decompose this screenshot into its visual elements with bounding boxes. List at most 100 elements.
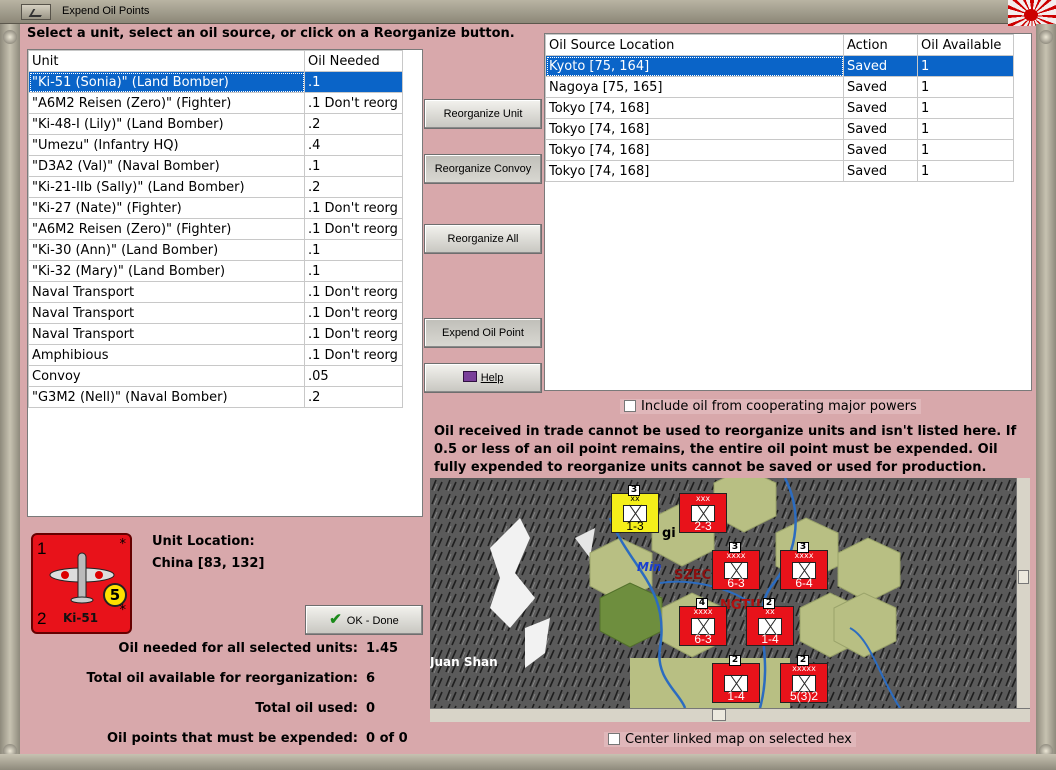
reorganize-convoy-button[interactable]: Reorganize Convoy bbox=[424, 154, 542, 184]
oil-source-location-cell[interactable]: Tokyo [74, 168] bbox=[545, 160, 844, 182]
unit-row[interactable]: "Ki-48-I (Lily)" (Land Bomber) .2 bbox=[28, 113, 403, 135]
unit-name-cell[interactable]: "Ki-51 (Sonia)" (Land Bomber) bbox=[28, 71, 305, 93]
ok-done-button[interactable]: ✔ OK - Done bbox=[305, 605, 423, 635]
unit-row[interactable]: Naval Transport .1 Don't reorg bbox=[28, 302, 403, 324]
column-header-action[interactable]: Action bbox=[843, 34, 918, 56]
unit-row[interactable]: "Ki-51 (Sonia)" (Land Bomber) .1 bbox=[28, 71, 403, 93]
oil-needed-cell[interactable]: .1 Don't reorg bbox=[304, 197, 403, 219]
unit-name-cell[interactable]: "Ki-27 (Nate)" (Fighter) bbox=[28, 197, 305, 219]
unit-row[interactable]: Naval Transport .1 Don't reorg bbox=[28, 323, 403, 345]
unit-name-cell[interactable]: "G3M2 (Nell)" (Naval Bomber) bbox=[28, 386, 305, 408]
oil-source-location-cell[interactable]: Nagoya [75, 165] bbox=[545, 76, 844, 98]
column-header-unit[interactable]: Unit bbox=[28, 50, 305, 72]
oil-needed-cell[interactable]: .1 bbox=[304, 155, 403, 177]
unit-name-cell[interactable]: "A6M2 Reisen (Zero)" (Fighter) bbox=[28, 92, 305, 114]
oil-action-cell[interactable]: Saved bbox=[843, 97, 918, 119]
oil-available-cell[interactable]: 1 bbox=[917, 76, 1014, 98]
oil-needed-cell[interactable]: .1 Don't reorg bbox=[304, 218, 403, 240]
oil-needed-cell[interactable]: .2 bbox=[304, 386, 403, 408]
oil-source-location-cell[interactable]: Kyoto [75, 164] bbox=[545, 55, 844, 77]
unit-name-cell[interactable]: Amphibious bbox=[28, 344, 305, 366]
map-horizontal-scrollbar[interactable] bbox=[430, 708, 1030, 722]
center-map-checkbox-box[interactable] bbox=[608, 733, 620, 745]
expend-oil-point-button[interactable]: Expend Oil Point bbox=[424, 318, 542, 348]
unit-row[interactable]: "Ki-27 (Nate)" (Fighter) .1 Don't reorg bbox=[28, 197, 403, 219]
oil-needed-cell[interactable]: .1 Don't reorg bbox=[304, 281, 403, 303]
map-vertical-scroll-thumb[interactable] bbox=[1018, 570, 1029, 584]
unit-row[interactable]: Convoy .05 bbox=[28, 365, 403, 387]
oil-source-row[interactable]: Tokyo [74, 168] Saved 1 bbox=[545, 118, 1014, 140]
unit-row[interactable]: "Ki-30 (Ann)" (Land Bomber) .1 bbox=[28, 239, 403, 261]
oil-action-cell[interactable]: Saved bbox=[843, 76, 918, 98]
oil-source-row[interactable]: Tokyo [74, 168] Saved 1 bbox=[545, 97, 1014, 119]
oil-source-grid[interactable]: Oil Source Location Action Oil Available… bbox=[544, 33, 1032, 391]
oil-needed-cell[interactable]: .4 bbox=[304, 134, 403, 156]
oil-action-cell[interactable]: Saved bbox=[843, 139, 918, 161]
oil-needed-cell[interactable]: .2 bbox=[304, 113, 403, 135]
unit-name-cell[interactable]: Naval Transport bbox=[28, 302, 305, 324]
oil-needed-cell[interactable]: .1 Don't reorg bbox=[304, 344, 403, 366]
oil-needed-cell[interactable]: .1 Don't reorg bbox=[304, 323, 403, 345]
map-unit-counter[interactable]: 2 xxxxx 5(3)2 bbox=[780, 655, 828, 703]
help-button[interactable]: Help bbox=[424, 363, 542, 393]
map-unit-counter[interactable]: xxx 2-3 bbox=[679, 493, 727, 533]
map-horizontal-scroll-thumb[interactable] bbox=[712, 709, 726, 721]
oil-needed-cell[interactable]: .1 bbox=[304, 239, 403, 261]
oil-action-cell[interactable]: Saved bbox=[843, 55, 918, 77]
include-oil-checkbox-box[interactable] bbox=[624, 400, 636, 412]
reorganize-all-button[interactable]: Reorganize All bbox=[424, 224, 542, 254]
unit-name-cell[interactable]: "Ki-30 (Ann)" (Land Bomber) bbox=[28, 239, 305, 261]
unit-row[interactable]: Amphibious .1 Don't reorg bbox=[28, 344, 403, 366]
map-vertical-scrollbar[interactable] bbox=[1016, 478, 1030, 708]
oil-available-cell[interactable]: 1 bbox=[917, 160, 1014, 182]
column-header-oil-available[interactable]: Oil Available bbox=[917, 34, 1014, 56]
unit-name-cell[interactable]: "Ki-48-I (Lily)" (Land Bomber) bbox=[28, 113, 305, 135]
unit-row[interactable]: "Umezu" (Infantry HQ) .4 bbox=[28, 134, 403, 156]
oil-available-cell[interactable]: 1 bbox=[917, 139, 1014, 161]
oil-source-row[interactable]: Tokyo [74, 168] Saved 1 bbox=[545, 160, 1014, 182]
unit-row[interactable]: "A6M2 Reisen (Zero)" (Fighter) .1 Don't r… bbox=[28, 92, 403, 114]
unit-name-cell[interactable]: Convoy bbox=[28, 365, 305, 387]
oil-source-row[interactable]: Nagoya [75, 165] Saved 1 bbox=[545, 76, 1014, 98]
map-unit-counter[interactable]: 3 xx 1-3 bbox=[611, 485, 659, 533]
map-unit-counter[interactable]: 2 xx 1-4 bbox=[746, 598, 794, 646]
unit-name-cell[interactable]: "Ki-21-IIb (Sally)" (Land Bomber) bbox=[28, 176, 305, 198]
unit-row[interactable]: "A6M2 Reisen (Zero)" (Fighter) .1 Don't r… bbox=[28, 218, 403, 240]
oil-action-cell[interactable]: Saved bbox=[843, 160, 918, 182]
map-unit-counter[interactable]: 3 xxxx 6-3 bbox=[712, 542, 760, 590]
oil-needed-cell[interactable]: .2 bbox=[304, 176, 403, 198]
linked-map[interactable]: Min SZEC NGTU Juan Shan gi 3 xx 1-3 xxx 2-3 3… bbox=[430, 478, 1016, 708]
map-unit-counter[interactable]: 2 1-4 bbox=[712, 655, 760, 703]
oil-needed-cell[interactable]: .1 bbox=[304, 71, 403, 93]
unit-name-cell[interactable]: Naval Transport bbox=[28, 281, 305, 303]
column-header-oil-needed[interactable]: Oil Needed bbox=[304, 50, 403, 72]
unit-name-cell[interactable]: "D3A2 (Val)" (Naval Bomber) bbox=[28, 155, 305, 177]
oil-available-cell[interactable]: 1 bbox=[917, 55, 1014, 77]
reorganize-unit-button[interactable]: Reorganize Unit bbox=[424, 99, 542, 129]
unit-row[interactable]: "Ki-32 (Mary)" (Land Bomber) .1 bbox=[28, 260, 403, 282]
units-grid[interactable]: Unit Oil Needed "Ki-51 (Sonia)" (Land Bo… bbox=[27, 49, 423, 517]
unit-row[interactable]: "D3A2 (Val)" (Naval Bomber) .1 bbox=[28, 155, 403, 177]
oil-needed-cell[interactable]: .1 Don't reorg bbox=[304, 302, 403, 324]
oil-available-cell[interactable]: 1 bbox=[917, 118, 1014, 140]
oil-source-row[interactable]: Kyoto [75, 164] Saved 1 bbox=[545, 55, 1014, 77]
unit-name-cell[interactable]: "A6M2 Reisen (Zero)" (Fighter) bbox=[28, 218, 305, 240]
oil-needed-cell[interactable]: .1 bbox=[304, 260, 403, 282]
oil-source-location-cell[interactable]: Tokyo [74, 168] bbox=[545, 118, 844, 140]
window-menu-button[interactable] bbox=[21, 4, 51, 20]
oil-source-location-cell[interactable]: Tokyo [74, 168] bbox=[545, 97, 844, 119]
unit-row[interactable]: "Ki-21-IIb (Sally)" (Land Bomber) .2 bbox=[28, 176, 403, 198]
oil-needed-cell[interactable]: .1 Don't reorg bbox=[304, 92, 403, 114]
map-unit-counter[interactable]: 3 xxxx 6-4 bbox=[780, 542, 828, 590]
oil-needed-cell[interactable]: .05 bbox=[304, 365, 403, 387]
unit-row[interactable]: "G3M2 (Nell)" (Naval Bomber) .2 bbox=[28, 386, 403, 408]
center-map-checkbox[interactable]: Center linked map on selected hex bbox=[604, 732, 856, 747]
unit-name-cell[interactable]: Naval Transport bbox=[28, 323, 305, 345]
include-oil-checkbox[interactable]: Include oil from cooperating major power… bbox=[620, 399, 921, 414]
oil-action-cell[interactable]: Saved bbox=[843, 118, 918, 140]
oil-source-location-cell[interactable]: Tokyo [74, 168] bbox=[545, 139, 844, 161]
column-header-oil-source-location[interactable]: Oil Source Location bbox=[545, 34, 844, 56]
unit-name-cell[interactable]: "Ki-32 (Mary)" (Land Bomber) bbox=[28, 260, 305, 282]
unit-row[interactable]: Naval Transport .1 Don't reorg bbox=[28, 281, 403, 303]
map-unit-counter[interactable]: 4 xxxx 6-3 bbox=[679, 598, 727, 646]
